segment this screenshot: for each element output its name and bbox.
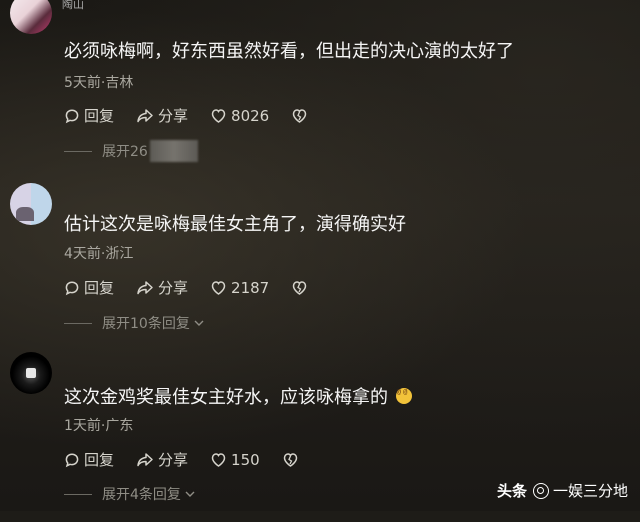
user-avatar[interactable] [10,0,52,34]
dizzy-face-emoji-icon [395,388,412,404]
reply-label: 回复 [84,107,115,125]
share-arrow-icon [137,108,153,122]
share-arrow-icon [137,280,153,294]
comment-actions: 回复 分享 150 [64,449,303,470]
broken-heart-icon [292,108,307,123]
like-count: 2187 [231,278,270,297]
share-button[interactable]: 分享 [136,449,188,470]
share-button[interactable]: 分享 [136,277,188,298]
expand-label: 展开4条回复 [102,487,181,503]
expand-divider [64,322,92,324]
mosaic-blur [149,140,198,162]
expand-replies-button[interactable]: 展开4条回复 [64,484,197,504]
watermark-brand: 头条 [496,482,527,500]
share-label: 分享 [158,451,189,469]
dislike-button[interactable] [291,280,312,296]
like-button[interactable]: 150 [210,451,260,469]
broken-heart-icon [283,452,297,467]
expand-divider [64,493,92,495]
comment-text: 这次金鸡奖最佳女主好水，应该咏梅拿的 [64,383,412,409]
comment-item: 估计这次是咏梅最佳女主角了，演得确实好 4天前·浙江 回复 分享 2187 展开… [0,183,640,353]
reply-label: 回复 [84,451,115,469]
reply-bubble-icon [65,108,79,123]
comment-meta: 4天前·浙江 [64,246,134,262]
comment-text-content: 这次金鸡奖最佳女主好水，应该咏梅拿的 [64,387,388,408]
heart-icon [211,108,226,123]
like-button[interactable]: 8026 [210,107,269,125]
watermark: 头条 一娱三分地 [497,480,628,501]
expand-replies-button[interactable]: 展开10条回复 [64,313,206,333]
chevron-down-icon [194,320,204,326]
comment-meta: 5天前·吉林 [64,75,134,91]
chevron-down-icon [185,491,195,497]
expand-divider [64,150,92,152]
share-arrow-icon [137,452,153,466]
user-avatar[interactable] [10,352,52,394]
comment-actions: 回复 分享 8026 [64,105,312,126]
reply-bubble-icon [65,452,79,467]
like-button[interactable]: 2187 [210,279,269,297]
dislike-button[interactable] [291,108,312,124]
share-button[interactable]: 分享 [136,105,188,126]
comment-text: 必须咏梅啊，好东西虽然好看，但出走的决心演的太好了 [64,41,514,62]
reply-label: 回复 [84,279,115,297]
comment-text: 估计这次是咏梅最佳女主角了，演得确实好 [64,214,406,235]
expand-label: 展开26 [102,144,148,160]
like-count: 150 [231,450,260,469]
share-label: 分享 [158,279,189,297]
watermark-author: 一娱三分地 [552,482,628,500]
user-avatar[interactable] [10,183,52,225]
reply-button[interactable]: 回复 [64,105,114,126]
at-icon [532,482,549,499]
expand-label: 展开10条回复 [102,316,190,332]
share-label: 分享 [158,107,189,125]
comment-item: 必须咏梅啊，好东西虽然好看，但出走的决心演的太好了 5天前·吉林 回复 分享 8… [0,0,640,170]
heart-icon [211,452,226,467]
comment-actions: 回复 分享 2187 [64,277,312,298]
heart-icon [211,280,226,295]
like-count: 8026 [231,106,270,125]
reply-bubble-icon [65,280,79,295]
reply-button[interactable]: 回复 [64,277,114,298]
expand-replies-button[interactable]: 展开26 [64,140,198,162]
reply-button[interactable]: 回复 [64,449,114,470]
broken-heart-icon [292,280,307,295]
dislike-button[interactable] [282,452,303,468]
comment-meta: 1天前·广东 [64,418,134,434]
